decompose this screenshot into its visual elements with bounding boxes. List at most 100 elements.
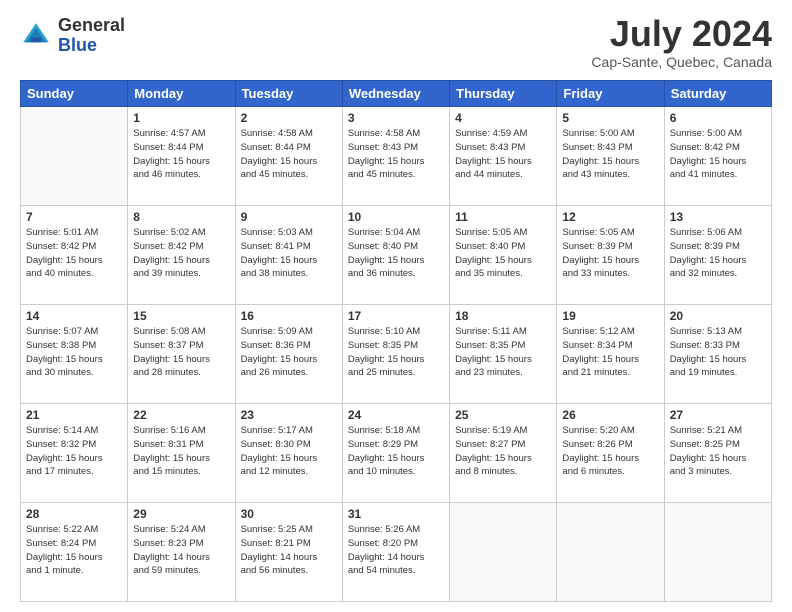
day-info: Sunrise: 5:08 AMSunset: 8:37 PMDaylight:… xyxy=(133,325,229,380)
calendar-cell: 30 Sunrise: 5:25 AMSunset: 8:21 PMDayligh… xyxy=(235,503,342,602)
day-number: 17 xyxy=(348,309,444,323)
day-number: 20 xyxy=(670,309,766,323)
day-info: Sunrise: 5:13 AMSunset: 8:33 PMDaylight:… xyxy=(670,325,766,380)
day-number: 7 xyxy=(26,210,122,224)
day-number: 10 xyxy=(348,210,444,224)
day-number: 25 xyxy=(455,408,551,422)
day-info: Sunrise: 5:25 AMSunset: 8:21 PMDaylight:… xyxy=(241,523,337,578)
calendar-cell: 19 Sunrise: 5:12 AMSunset: 8:34 PMDayligh… xyxy=(557,305,664,404)
day-info: Sunrise: 5:01 AMSunset: 8:42 PMDaylight:… xyxy=(26,226,122,281)
calendar-week-3: 14 Sunrise: 5:07 AMSunset: 8:38 PMDayligh… xyxy=(21,305,772,404)
calendar-week-5: 28Sunrise: 5:22 AMSunset: 8:24 PMDayligh… xyxy=(21,503,772,602)
calendar-cell: 12Sunrise: 5:05 AMSunset: 8:39 PMDayligh… xyxy=(557,206,664,305)
day-info: Sunrise: 5:09 AMSunset: 8:36 PMDaylight:… xyxy=(241,325,337,380)
calendar-cell: 2 Sunrise: 4:58 AMSunset: 8:44 PMDaylight… xyxy=(235,107,342,206)
col-saturday: Saturday xyxy=(664,81,771,107)
logo-general: General xyxy=(58,16,125,36)
day-info: Sunrise: 5:05 AMSunset: 8:39 PMDaylight:… xyxy=(562,226,658,281)
day-number: 8 xyxy=(133,210,229,224)
col-monday: Monday xyxy=(128,81,235,107)
day-number: 14 xyxy=(26,309,122,323)
day-number: 26 xyxy=(562,408,658,422)
calendar-cell: 11 Sunrise: 5:05 AMSunset: 8:40 PMDayligh… xyxy=(450,206,557,305)
logo-blue: Blue xyxy=(58,36,125,56)
calendar-cell: 10 Sunrise: 5:04 AMSunset: 8:40 PMDayligh… xyxy=(342,206,449,305)
calendar-header-row: Sunday Monday Tuesday Wednesday Thursday… xyxy=(21,81,772,107)
day-info: Sunrise: 5:00 AMSunset: 8:43 PMDaylight:… xyxy=(562,127,658,182)
calendar-cell xyxy=(664,503,771,602)
day-number: 27 xyxy=(670,408,766,422)
day-number: 15 xyxy=(133,309,229,323)
logo: General Blue xyxy=(20,16,125,56)
calendar-cell: 13 Sunrise: 5:06 AMSunset: 8:39 PMDayligh… xyxy=(664,206,771,305)
calendar-cell: 22 Sunrise: 5:16 AMSunset: 8:31 PMDayligh… xyxy=(128,404,235,503)
calendar-week-1: 1 Sunrise: 4:57 AMSunset: 8:44 PMDaylight… xyxy=(21,107,772,206)
day-number: 18 xyxy=(455,309,551,323)
day-info: Sunrise: 5:19 AMSunset: 8:27 PMDaylight:… xyxy=(455,424,551,479)
day-info: Sunrise: 5:02 AMSunset: 8:42 PMDaylight:… xyxy=(133,226,229,281)
col-wednesday: Wednesday xyxy=(342,81,449,107)
calendar-cell: 29Sunrise: 5:24 AMSunset: 8:23 PMDayligh… xyxy=(128,503,235,602)
day-info: Sunrise: 5:05 AMSunset: 8:40 PMDaylight:… xyxy=(455,226,551,281)
day-number: 2 xyxy=(241,111,337,125)
calendar-cell: 5Sunrise: 5:00 AMSunset: 8:43 PMDaylight… xyxy=(557,107,664,206)
day-number: 19 xyxy=(562,309,658,323)
calendar-cell: 21Sunrise: 5:14 AMSunset: 8:32 PMDayligh… xyxy=(21,404,128,503)
day-number: 11 xyxy=(455,210,551,224)
day-info: Sunrise: 5:20 AMSunset: 8:26 PMDaylight:… xyxy=(562,424,658,479)
calendar-cell: 31 Sunrise: 5:26 AMSunset: 8:20 PMDayligh… xyxy=(342,503,449,602)
day-info: Sunrise: 5:24 AMSunset: 8:23 PMDaylight:… xyxy=(133,523,229,578)
calendar-cell xyxy=(21,107,128,206)
day-info: Sunrise: 5:07 AMSunset: 8:38 PMDaylight:… xyxy=(26,325,122,380)
calendar-cell: 4 Sunrise: 4:59 AMSunset: 8:43 PMDaylight… xyxy=(450,107,557,206)
day-info: Sunrise: 5:12 AMSunset: 8:34 PMDaylight:… xyxy=(562,325,658,380)
day-info: Sunrise: 5:16 AMSunset: 8:31 PMDaylight:… xyxy=(133,424,229,479)
col-friday: Friday xyxy=(557,81,664,107)
calendar-cell: 8 Sunrise: 5:02 AMSunset: 8:42 PMDaylight… xyxy=(128,206,235,305)
day-number: 23 xyxy=(241,408,337,422)
calendar-cell: 7 Sunrise: 5:01 AMSunset: 8:42 PMDaylight… xyxy=(21,206,128,305)
calendar-cell: 9Sunrise: 5:03 AMSunset: 8:41 PMDaylight… xyxy=(235,206,342,305)
day-info: Sunrise: 5:26 AMSunset: 8:20 PMDaylight:… xyxy=(348,523,444,578)
day-info: Sunrise: 4:59 AMSunset: 8:43 PMDaylight:… xyxy=(455,127,551,182)
page-header: General Blue July 2024 Cap-Sante, Quebec… xyxy=(20,16,772,70)
day-info: Sunrise: 5:11 AMSunset: 8:35 PMDaylight:… xyxy=(455,325,551,380)
day-info: Sunrise: 5:18 AMSunset: 8:29 PMDaylight:… xyxy=(348,424,444,479)
day-number: 31 xyxy=(348,507,444,521)
calendar-cell: 17 Sunrise: 5:10 AMSunset: 8:35 PMDayligh… xyxy=(342,305,449,404)
title-block: July 2024 Cap-Sante, Quebec, Canada xyxy=(591,16,772,70)
day-info: Sunrise: 5:21 AMSunset: 8:25 PMDaylight:… xyxy=(670,424,766,479)
day-number: 4 xyxy=(455,111,551,125)
calendar-cell: 24 Sunrise: 5:18 AMSunset: 8:29 PMDayligh… xyxy=(342,404,449,503)
day-number: 24 xyxy=(348,408,444,422)
day-info: Sunrise: 5:10 AMSunset: 8:35 PMDaylight:… xyxy=(348,325,444,380)
day-number: 6 xyxy=(670,111,766,125)
day-info: Sunrise: 5:03 AMSunset: 8:41 PMDaylight:… xyxy=(241,226,337,281)
calendar-cell: 23Sunrise: 5:17 AMSunset: 8:30 PMDayligh… xyxy=(235,404,342,503)
calendar-cell: 16 Sunrise: 5:09 AMSunset: 8:36 PMDayligh… xyxy=(235,305,342,404)
day-info: Sunrise: 4:58 AMSunset: 8:44 PMDaylight:… xyxy=(241,127,337,182)
calendar-table: Sunday Monday Tuesday Wednesday Thursday… xyxy=(20,80,772,602)
day-info: Sunrise: 5:06 AMSunset: 8:39 PMDaylight:… xyxy=(670,226,766,281)
day-number: 28 xyxy=(26,507,122,521)
day-number: 16 xyxy=(241,309,337,323)
calendar-cell: 26 Sunrise: 5:20 AMSunset: 8:26 PMDayligh… xyxy=(557,404,664,503)
calendar-cell: 18 Sunrise: 5:11 AMSunset: 8:35 PMDayligh… xyxy=(450,305,557,404)
calendar-cell: 1 Sunrise: 4:57 AMSunset: 8:44 PMDaylight… xyxy=(128,107,235,206)
day-number: 1 xyxy=(133,111,229,125)
day-info: Sunrise: 4:58 AMSunset: 8:43 PMDaylight:… xyxy=(348,127,444,182)
calendar-body: 1 Sunrise: 4:57 AMSunset: 8:44 PMDaylight… xyxy=(21,107,772,602)
day-info: Sunrise: 4:57 AMSunset: 8:44 PMDaylight:… xyxy=(133,127,229,182)
day-number: 3 xyxy=(348,111,444,125)
calendar-cell: 25 Sunrise: 5:19 AMSunset: 8:27 PMDayligh… xyxy=(450,404,557,503)
day-info: Sunrise: 5:04 AMSunset: 8:40 PMDaylight:… xyxy=(348,226,444,281)
calendar-cell: 3 Sunrise: 4:58 AMSunset: 8:43 PMDaylight… xyxy=(342,107,449,206)
calendar-cell: 28Sunrise: 5:22 AMSunset: 8:24 PMDayligh… xyxy=(21,503,128,602)
day-number: 22 xyxy=(133,408,229,422)
day-number: 13 xyxy=(670,210,766,224)
day-info: Sunrise: 5:00 AMSunset: 8:42 PMDaylight:… xyxy=(670,127,766,182)
calendar-cell: 6 Sunrise: 5:00 AMSunset: 8:42 PMDaylight… xyxy=(664,107,771,206)
calendar-week-4: 21Sunrise: 5:14 AMSunset: 8:32 PMDayligh… xyxy=(21,404,772,503)
day-number: 30 xyxy=(241,507,337,521)
col-tuesday: Tuesday xyxy=(235,81,342,107)
